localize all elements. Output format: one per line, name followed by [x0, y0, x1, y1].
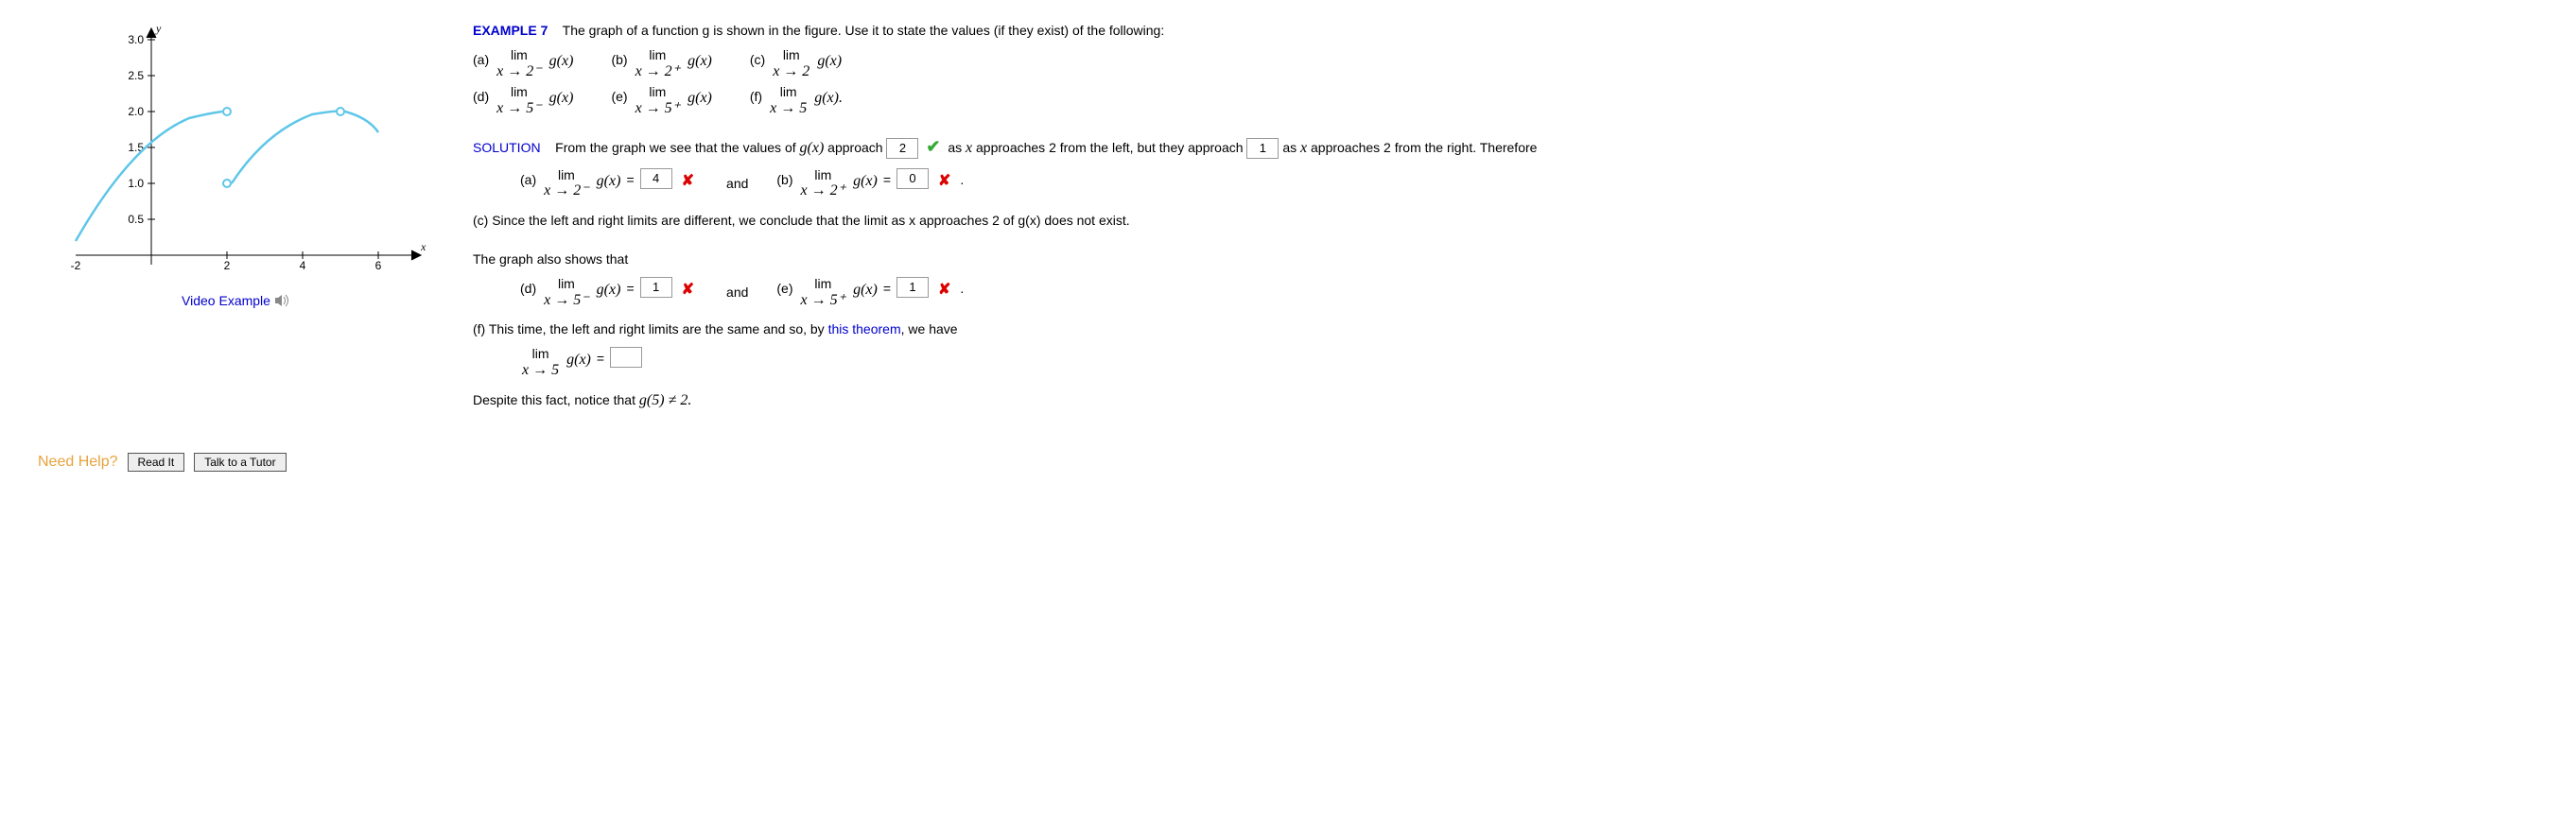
part-d: (d) limx → 5⁻ g(x)	[473, 85, 573, 116]
svg-text:y: y	[155, 22, 162, 35]
check-icon: ✔	[926, 137, 940, 156]
svg-text:-2: -2	[71, 259, 81, 272]
eq-ab-row: (a) limx → 2⁻ g(x) = 4 ✘ and (b) limx → …	[520, 168, 2538, 199]
part-c: (c) limx → 2 g(x)	[750, 48, 842, 79]
part-e: (e) limx → 5⁺ g(x)	[611, 85, 711, 116]
help-row: Need Help? Read It Talk to a Tutor	[38, 453, 2538, 472]
answer-box-d[interactable]: 1	[640, 277, 672, 298]
svg-text:3.0: 3.0	[128, 33, 144, 46]
x-icon: ✘	[938, 277, 950, 304]
talk-to-tutor-button[interactable]: Talk to a Tutor	[194, 453, 286, 472]
answer-box-a[interactable]: 4	[640, 168, 672, 189]
despite-text: Despite this fact, notice that g(5) ≠ 2.	[473, 388, 2538, 415]
answer-box-f[interactable]	[610, 347, 642, 368]
answer-box-b[interactable]: 0	[896, 168, 929, 189]
parts-row-2: (d) limx → 5⁻ g(x) (e) limx → 5⁺ g(x) (f…	[473, 85, 2538, 116]
solution-block: SOLUTION From the graph we see that the …	[473, 131, 2538, 163]
theorem-link[interactable]: this theorem	[828, 321, 901, 336]
sound-icon	[274, 294, 291, 307]
answer-box-e[interactable]: 1	[896, 277, 929, 298]
part-b: (b) limx → 2⁺ g(x)	[611, 48, 711, 79]
left-panel: y x 0.5 1.0 1.5 2.0 2.5 3.0	[38, 19, 435, 308]
svg-text:0.5: 0.5	[128, 213, 144, 226]
svg-text:2.0: 2.0	[128, 105, 144, 118]
svg-text:x: x	[420, 240, 426, 253]
example-header: EXAMPLE 7 The graph of a function g is s…	[473, 19, 2538, 43]
part-a: (a) limx → 2⁻ g(x)	[473, 48, 573, 79]
answer-box-1[interactable]: 2	[886, 138, 918, 159]
function-graph: y x 0.5 1.0 1.5 2.0 2.5 3.0	[38, 19, 435, 284]
example-label: EXAMPLE 7	[473, 23, 548, 38]
read-it-button[interactable]: Read It	[128, 453, 185, 472]
part-c-text: (c) Since the left and right limits are …	[473, 209, 2538, 233]
graph-also-text: The graph also shows that	[473, 248, 2538, 271]
x-icon: ✘	[682, 277, 694, 304]
solution-label: SOLUTION	[473, 140, 541, 155]
eq-de-row: (d) limx → 5⁻ g(x) = 1 ✘ and (e) limx → …	[520, 277, 2538, 308]
svg-text:4: 4	[300, 259, 306, 272]
svg-text:2.5: 2.5	[128, 69, 144, 82]
svg-text:2: 2	[224, 259, 231, 272]
need-help-label: Need Help?	[38, 454, 118, 471]
video-example-link[interactable]: Video Example	[182, 293, 291, 308]
x-icon: ✘	[938, 168, 950, 196]
part-f-text: (f) This time, the left and right limits…	[473, 318, 2538, 341]
part-f: (f) limx → 5 g(x).	[750, 85, 843, 116]
prompt-text: The graph of a function g is shown in th…	[563, 23, 1165, 38]
svg-text:1.0: 1.0	[128, 177, 144, 190]
answer-box-2[interactable]: 1	[1246, 138, 1279, 159]
x-icon: ✘	[682, 168, 694, 196]
parts-row-1: (a) limx → 2⁻ g(x) (b) limx → 2⁺ g(x) (c…	[473, 48, 2538, 79]
eq-f-row: limx → 5 g(x) =	[520, 347, 2538, 378]
svg-text:6: 6	[375, 259, 382, 272]
right-panel: EXAMPLE 7 The graph of a function g is s…	[473, 19, 2538, 415]
